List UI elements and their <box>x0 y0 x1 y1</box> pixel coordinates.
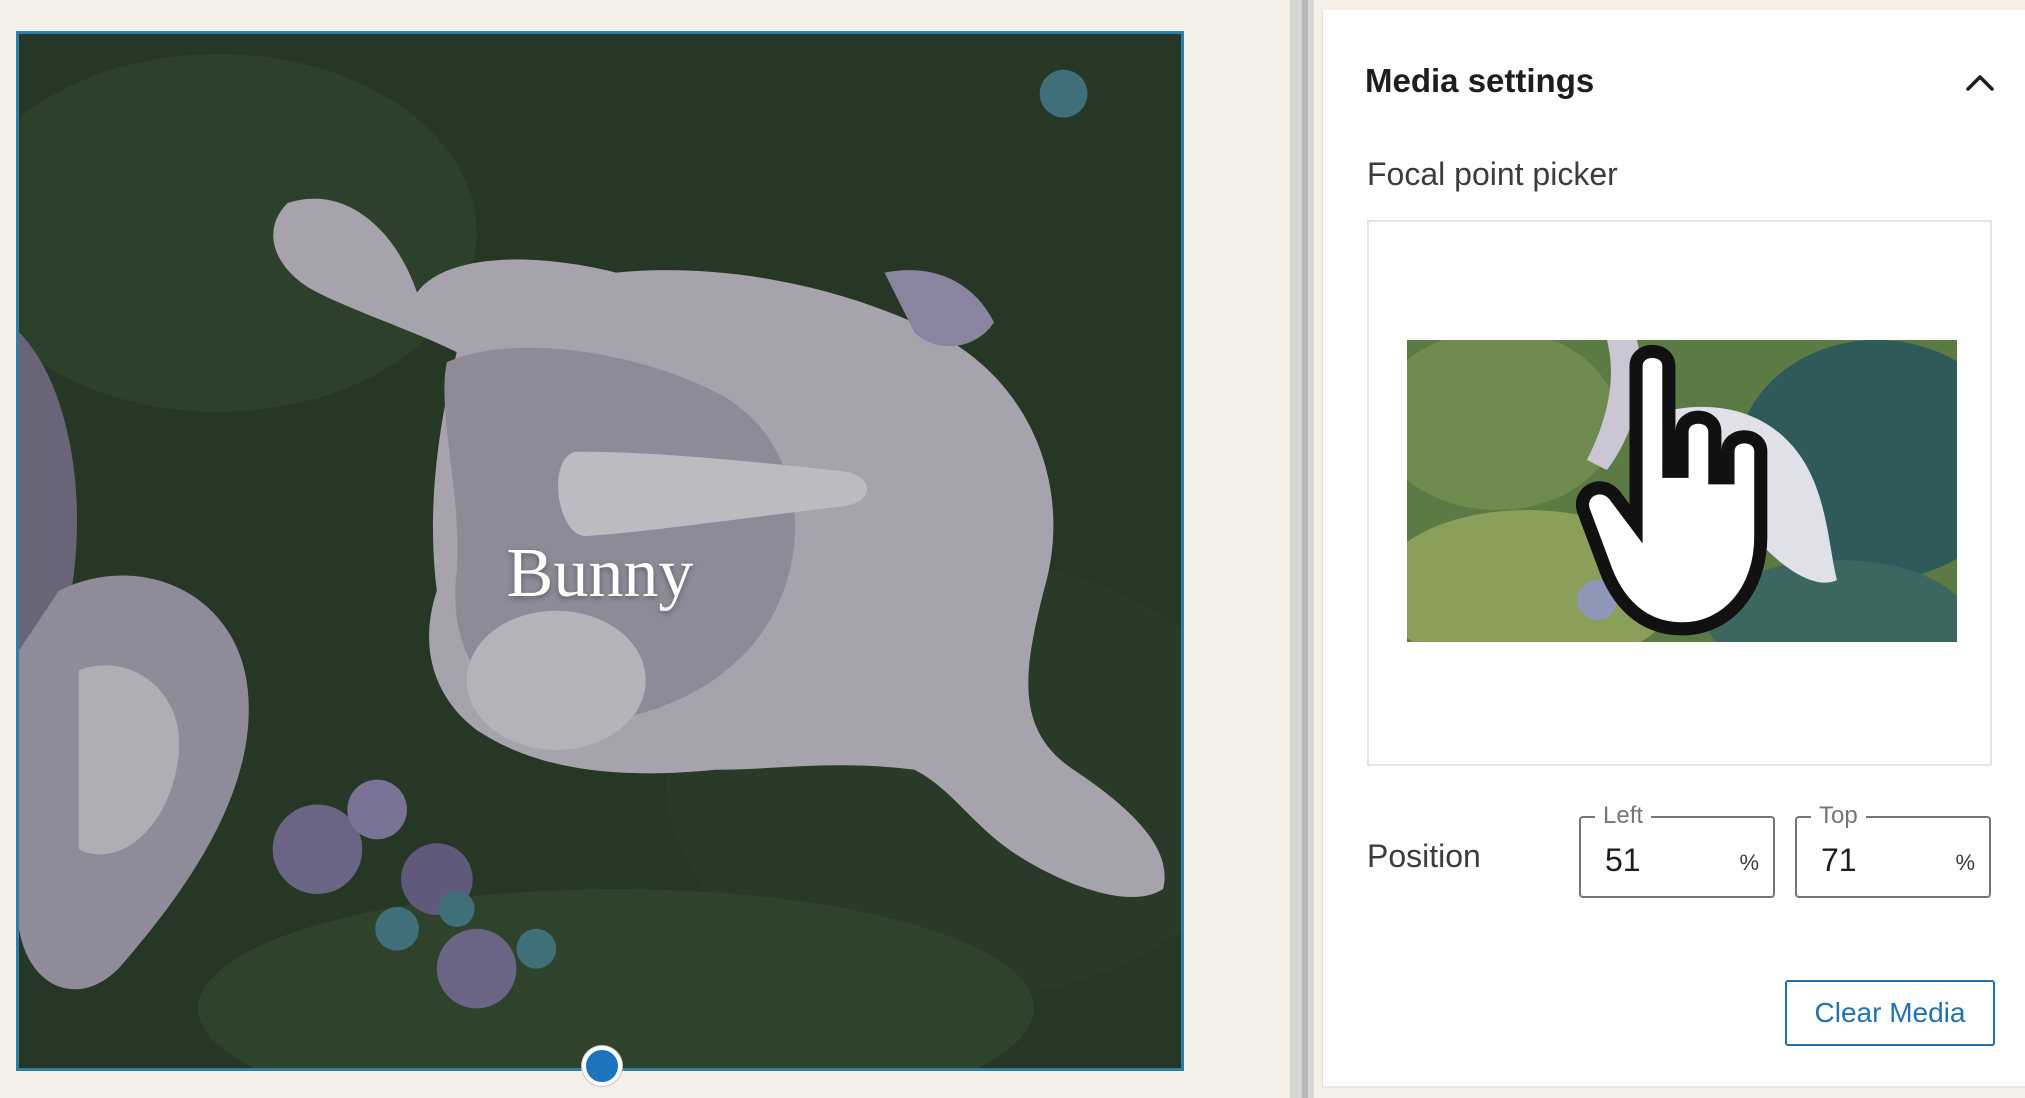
sidebar-divider <box>1323 1086 2025 1088</box>
cover-block[interactable]: Bunny <box>16 31 1184 1071</box>
clear-media-button[interactable]: Clear Media <box>1785 980 1995 1046</box>
hand-pointer-icon <box>1576 345 1768 636</box>
editor-canvas: Bunny <box>0 0 1290 1098</box>
top-position-input[interactable] <box>1821 842 1941 879</box>
media-settings-header[interactable]: Media settings <box>1365 50 1994 120</box>
focal-point-label: Focal point picker <box>1367 156 1618 192</box>
top-field-suffix: % <box>1955 850 1975 875</box>
left-position-field[interactable]: Left % <box>1579 801 1775 898</box>
settings-sidebar: Media settings Focal point picker Positi… <box>1322 10 2025 1088</box>
position-label: Position <box>1367 838 1481 874</box>
panel-title: Media settings <box>1365 62 1595 99</box>
top-field-legend: Top <box>1811 801 1866 831</box>
chevron-up-icon[interactable] <box>1953 56 2007 110</box>
resize-handle[interactable] <box>582 1046 622 1086</box>
focal-point-picker[interactable] <box>1367 220 1992 766</box>
top-position-field[interactable]: Top % <box>1795 801 1991 898</box>
left-field-suffix: % <box>1739 850 1759 875</box>
left-field-legend: Left <box>1595 801 1652 831</box>
panel-divider-line <box>1302 0 1308 1098</box>
left-position-input[interactable] <box>1605 842 1725 879</box>
cover-title[interactable]: Bunny <box>19 534 1181 614</box>
focal-point-thumbnail[interactable] <box>1407 340 1957 642</box>
